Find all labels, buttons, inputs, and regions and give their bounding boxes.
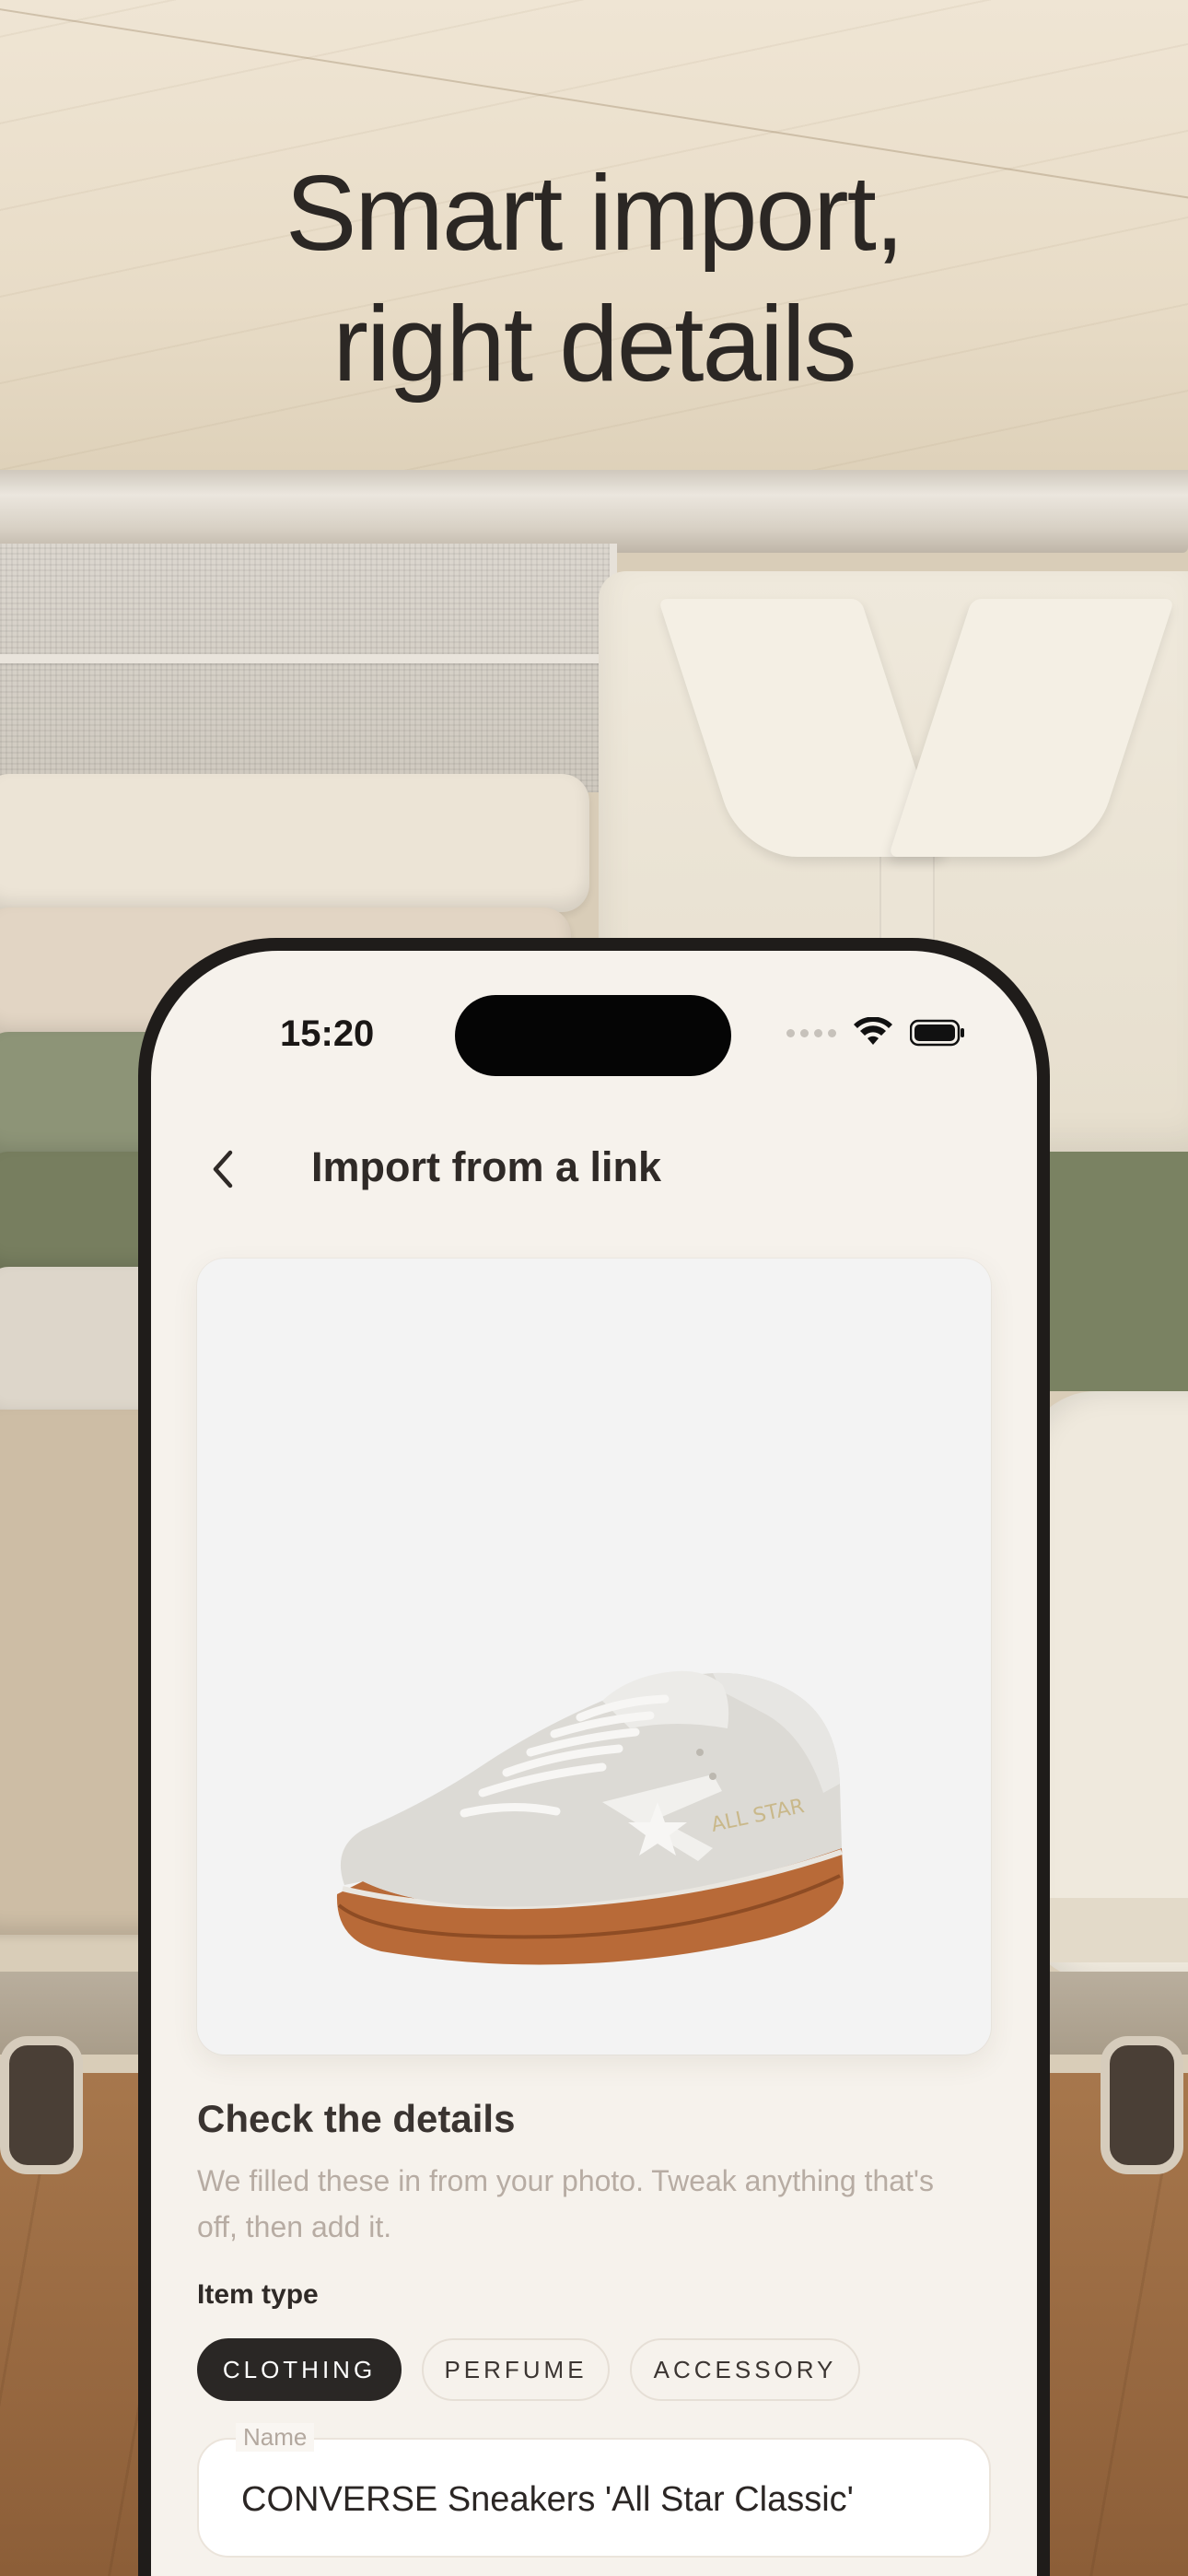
suitcase-wheel <box>0 2036 83 2174</box>
nav-bar: Import from a link <box>151 1121 1037 1213</box>
signal-dots-icon <box>786 1028 836 1037</box>
battery-icon <box>910 1019 964 1047</box>
name-field-label: Name <box>236 2423 315 2452</box>
name-input[interactable] <box>241 2476 960 2523</box>
chevron-left-icon <box>213 1150 233 1188</box>
phone-screen: 15:20 Import from a link ALL STAR Check … <box>151 951 1037 2576</box>
back-button[interactable] <box>195 1142 250 1197</box>
section-title: Check the details <box>197 2097 516 2140</box>
marketing-headline: Smart import, right details <box>0 147 1188 409</box>
shoe-icon: ALL STAR <box>336 1670 844 1965</box>
page-title: Import from a link <box>311 1143 662 1190</box>
chip-perfume[interactable]: PERFUME <box>422 2338 610 2401</box>
item-type-chips: CLOTHING PERFUME ACCESSORY <box>197 2338 860 2401</box>
folded-garment <box>0 774 589 912</box>
name-field[interactable]: Name <box>197 2423 991 2558</box>
suitcase-mesh-pocket <box>0 544 617 792</box>
suitcase-wheel <box>1101 2036 1183 2174</box>
product-photo-card: ALL STAR <box>197 1259 991 2055</box>
chip-clothing[interactable]: CLOTHING <box>197 2338 402 2401</box>
dynamic-island <box>455 995 731 1076</box>
suitcase-rim <box>0 470 1188 553</box>
status-time: 15:20 <box>280 1013 375 1054</box>
phone-frame: 15:20 Import from a link ALL STAR Check … <box>138 938 1050 2576</box>
headline-line-2: right details <box>332 284 856 404</box>
wifi-icon <box>854 1017 892 1045</box>
section-subtitle: We filled these in from your photo. Twea… <box>197 2164 935 2243</box>
item-type-label: Item type <box>197 2279 319 2310</box>
status-icons <box>786 1017 965 1048</box>
headline-line-1: Smart import, <box>285 153 904 273</box>
chip-accessory[interactable]: ACCESSORY <box>630 2338 860 2401</box>
